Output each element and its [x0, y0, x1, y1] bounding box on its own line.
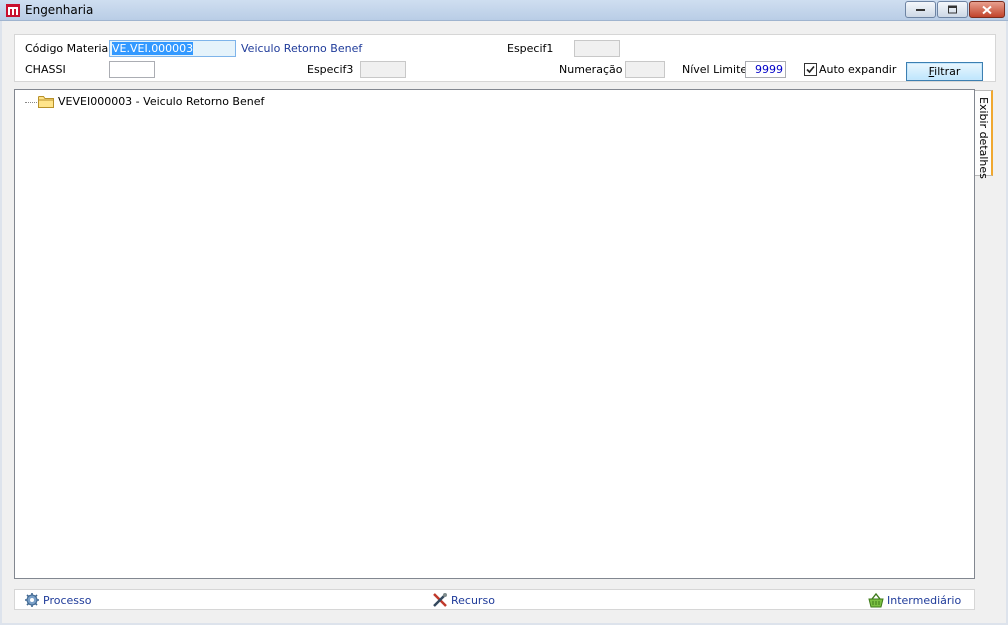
numeracao-input[interactable] — [625, 61, 665, 78]
codigo-material-value: VE.VEI.000003 — [112, 42, 194, 55]
title-bar: Engenharia — [0, 0, 1008, 21]
checkmark-icon — [806, 65, 815, 74]
chassi-label: CHASSI — [25, 63, 66, 76]
basket-icon — [868, 592, 884, 608]
client-area: Código Material VE.VEI.000003 Veiculo Re… — [2, 21, 1006, 623]
codigo-material-label: Código Material — [25, 42, 112, 55]
especif1-label: Especif1 — [507, 42, 554, 55]
tree-connector — [25, 102, 37, 103]
nivel-limite-input[interactable]: 9999 — [745, 61, 786, 78]
exibir-detalhes-tab[interactable]: Exibir detalhes — [975, 90, 993, 179]
recurso-label: Recurso — [451, 594, 495, 607]
intermediario-label: Intermediário — [887, 594, 962, 607]
tools-icon — [433, 593, 447, 607]
numeracao-label: Numeração — [559, 63, 623, 76]
chassi-input[interactable] — [109, 61, 155, 78]
codigo-material-description: Veiculo Retorno Benef — [241, 42, 363, 55]
tree-node-label: VEVEI000003 - Veiculo Retorno Benef — [58, 95, 265, 108]
tree-view[interactable]: VEVEI000003 - Veiculo Retorno Benef — [14, 89, 975, 579]
especif1-input[interactable] — [574, 40, 620, 57]
gear-icon — [25, 593, 39, 607]
close-icon — [982, 5, 992, 14]
filter-panel: Código Material VE.VEI.000003 Veiculo Re… — [14, 34, 996, 82]
maximize-button[interactable] — [937, 1, 968, 18]
window-title: Engenharia — [25, 3, 94, 17]
bottom-action-bar: Processo Recurso Intermediário — [14, 589, 975, 610]
maximize-icon — [947, 5, 957, 13]
app-logo-icon — [6, 4, 20, 17]
minimize-button[interactable] — [905, 1, 936, 18]
especif3-input[interactable] — [360, 61, 406, 78]
filtrar-label: iltrar — [934, 65, 961, 78]
codigo-material-input[interactable]: VE.VEI.000003 — [109, 40, 236, 57]
filtrar-button[interactable]: Filtrar — [906, 62, 983, 81]
minimize-icon — [915, 8, 925, 11]
auto-expandir-checkbox[interactable] — [804, 63, 817, 76]
folder-icon — [38, 96, 54, 108]
exibir-detalhes-label: Exibir detalhes — [977, 97, 990, 179]
processo-label: Processo — [43, 594, 92, 607]
especif3-label: Especif3 — [307, 63, 354, 76]
nivel-limite-label: Nível Limite — [682, 63, 748, 76]
auto-expandir-label: Auto expandir — [819, 63, 897, 76]
close-button[interactable] — [969, 1, 1005, 18]
